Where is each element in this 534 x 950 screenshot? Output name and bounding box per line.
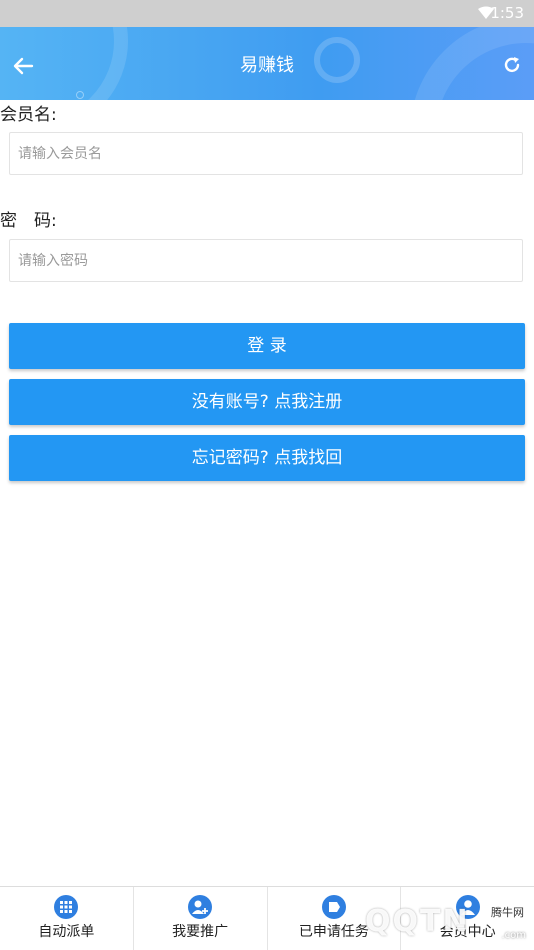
grid-icon — [54, 895, 79, 919]
password-label: 密 码: — [0, 211, 57, 231]
status-time: 1:53 — [490, 4, 524, 22]
bottom-nav: 自动派单 我要推广 已申请任务 会员中心 — [0, 886, 534, 950]
register-button[interactable]: 没有账号? 点我注册 — [9, 379, 525, 425]
nav-item-applied-tasks[interactable]: 已申请任务 — [268, 887, 402, 950]
decorative-circle — [76, 91, 84, 99]
username-label: 会员名: — [0, 105, 57, 125]
password-input[interactable] — [9, 239, 523, 282]
tag-icon — [321, 895, 346, 919]
refresh-icon[interactable] — [502, 55, 522, 75]
login-button[interactable]: 登 录 — [9, 323, 525, 369]
nav-item-member-center[interactable]: 会员中心 — [401, 887, 534, 950]
nav-label: 我要推广 — [172, 924, 229, 940]
page-title: 易赚钱 — [240, 55, 294, 76]
user-add-icon — [188, 895, 213, 919]
user-icon — [455, 895, 480, 919]
forgot-password-button[interactable]: 忘记密码? 点我找回 — [9, 435, 525, 481]
header-bar: 易赚钱 — [0, 27, 534, 100]
username-input[interactable] — [9, 132, 523, 175]
nav-item-promote[interactable]: 我要推广 — [134, 887, 268, 950]
nav-label: 自动派单 — [38, 924, 95, 940]
status-bar: 1:53 — [0, 0, 534, 27]
nav-item-auto-dispatch[interactable]: 自动派单 — [0, 887, 134, 950]
nav-label: 会员中心 — [439, 924, 496, 940]
nav-label: 已申请任务 — [298, 924, 369, 940]
